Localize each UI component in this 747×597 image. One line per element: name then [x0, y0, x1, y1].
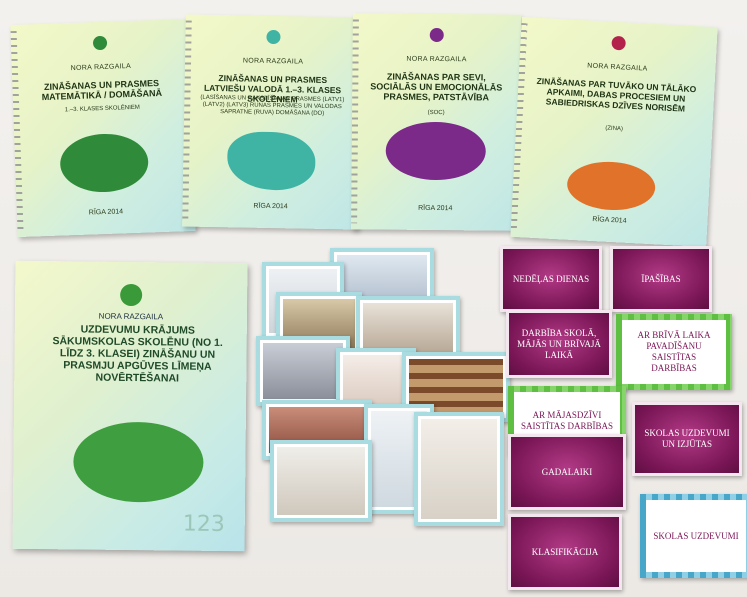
photo-card-boy-backpack	[270, 440, 372, 522]
card-activities: DARBĪBA SKOLĀ, MĀJĀS UN BRĪVAJĀ LAIKĀ	[506, 310, 612, 378]
book-city: RĪGA 2014	[592, 215, 627, 225]
card-label: SKOLAS UZDEVUMI UN IZJŪTAS	[644, 428, 730, 449]
book-author: NORA RAZGAILA	[587, 62, 648, 73]
book-subtitle: 1.–3. KLASES SKOLĒNIEM	[64, 104, 140, 114]
tree-illustration-icon	[59, 132, 150, 194]
card-properties: ĪPAŠĪBAS	[610, 246, 712, 312]
card-label: ĪPAŠĪBAS	[641, 273, 681, 284]
book-author: NORA RAZGAILA	[98, 311, 164, 322]
notebook-math: NORA RAZGAILA ZINĀŠANAS UN PRASMES MATEM…	[10, 18, 196, 238]
spiral-binding	[351, 19, 359, 224]
card-label: GADALAIKI	[541, 466, 593, 477]
notebook-nature: NORA RAZGAILA ZINĀŠANAS PAR TUVĀKO UN TĀ…	[510, 17, 718, 247]
notebook-social: NORA RAZGAILA ZINĀŠANAS PAR SEVI, SOCIĀL…	[351, 13, 521, 231]
book-author: NORA RAZGAILA	[70, 62, 132, 73]
book-subtitle: (SOC)	[427, 109, 445, 117]
product-photo: NORA RAZGAILA ZINĀŠANAS UN PRASMES MATEM…	[0, 0, 747, 597]
card-label: AR MĀJASDZĪVI SAISTĪTAS DARBĪBAS	[520, 410, 614, 431]
hand-illustration-icon	[565, 159, 657, 213]
card-label: NEDĒĻAS DIENAS	[512, 273, 590, 284]
card-label: AR BRĪVĀ LAIKA PAVADĪŠANU SAISTĪTAS DARB…	[637, 330, 711, 373]
book-subtitle: (ZINA)	[605, 125, 624, 133]
logo-icon	[266, 29, 281, 45]
logo-icon	[429, 27, 444, 43]
card-days-of-week: NEDĒĻAS DIENAS	[500, 246, 602, 312]
book-city: RĪGA 2014	[88, 208, 124, 217]
photo-card-woman-flower	[414, 412, 504, 526]
card-label: SKOLAS UZDEVUMI	[653, 530, 739, 541]
card-label: KLASIFIKĀCIJA	[531, 546, 599, 557]
letters-illustration-icon	[226, 131, 316, 191]
logo-icon	[92, 35, 108, 51]
book-city: RĪGA 2014	[418, 204, 453, 213]
card-classification: KLASIFIKĀCIJA	[508, 514, 622, 590]
book-city: RĪGA 2014	[253, 202, 288, 211]
logo-icon	[611, 35, 627, 51]
numbers-decoration: 123	[182, 511, 225, 537]
child-illustration-icon	[72, 421, 204, 503]
card-school-tasks: SKOLAS UZDEVUMI	[640, 494, 747, 578]
logo-icon	[120, 283, 143, 307]
card-seasons: GADALAIKI	[508, 434, 626, 510]
spiral-binding	[10, 30, 24, 232]
book-title: ZINĀŠANAS PAR SEVI, SOCIĀLĀS UN EMOCIONĀ…	[370, 71, 503, 103]
card-school-tasks-feelings: SKOLAS UZDEVUMI UN IZJŪTAS	[632, 402, 742, 476]
book-title: UZDEVUMU KRĀJUMS SĀKUMSKOLAS SKOLĒNU (NO…	[52, 323, 223, 385]
card-leisure-activities: AR BRĪVĀ LAIKA PAVADĪŠANU SAISTĪTAS DARB…	[616, 314, 732, 390]
book-author: NORA RAZGAILA	[406, 55, 467, 64]
card-label: DARBĪBA SKOLĀ, MĀJĀS UN BRĪVAJĀ LAIKĀ	[517, 327, 601, 360]
book-title: ZINĀŠANAS UN PRASMES MATEMĀTIKĀ / DOMĀŠA…	[41, 78, 163, 103]
faces-illustration-icon	[385, 121, 486, 181]
book-subtitle: (LASĪŠANAS UN RAKSTĪŠANAS PRASMES (LATV1…	[200, 94, 345, 117]
book-author: NORA RAZGAILA	[242, 57, 304, 66]
assessment-workbook: NORA RAZGAILA UZDEVUMU KRĀJUMS SĀKUMSKOL…	[12, 260, 248, 552]
notebook-latvian: NORA RAZGAILA ZINĀŠANAS UN PRASMES LATVI…	[182, 14, 362, 230]
book-title: ZINĀŠANAS PAR TUVĀKO UN TĀLĀKO APKAIMI, …	[536, 75, 697, 114]
